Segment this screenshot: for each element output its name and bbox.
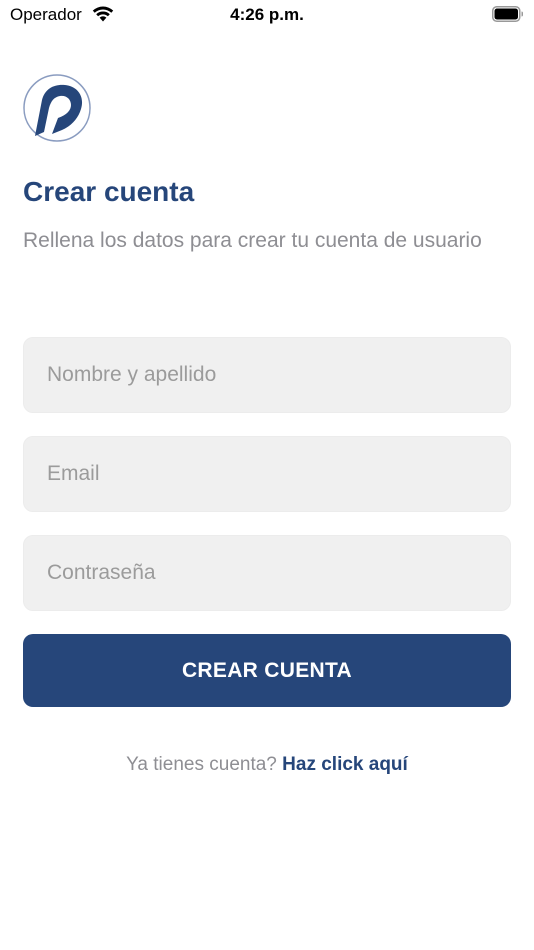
login-link[interactable]: Haz click aquí xyxy=(282,754,408,775)
battery-icon xyxy=(492,6,523,22)
email-input[interactable] xyxy=(23,436,511,512)
status-bar: Operador 4:26 p.m. xyxy=(0,0,534,32)
page-subtitle: Rellena los datos para crear tu cuenta d… xyxy=(23,229,482,252)
login-prompt-text: Ya tienes cuenta? xyxy=(126,754,277,775)
password-input[interactable] xyxy=(23,535,511,611)
status-time: 4:26 p.m. xyxy=(230,5,304,24)
login-prompt: Ya tienes cuenta? Haz click aquí xyxy=(0,754,534,776)
page-title: Crear cuenta xyxy=(23,176,195,207)
create-account-button[interactable]: CREAR CUENTA xyxy=(23,634,511,707)
brand-logo-icon xyxy=(23,74,91,142)
full-name-input[interactable] xyxy=(23,337,511,413)
